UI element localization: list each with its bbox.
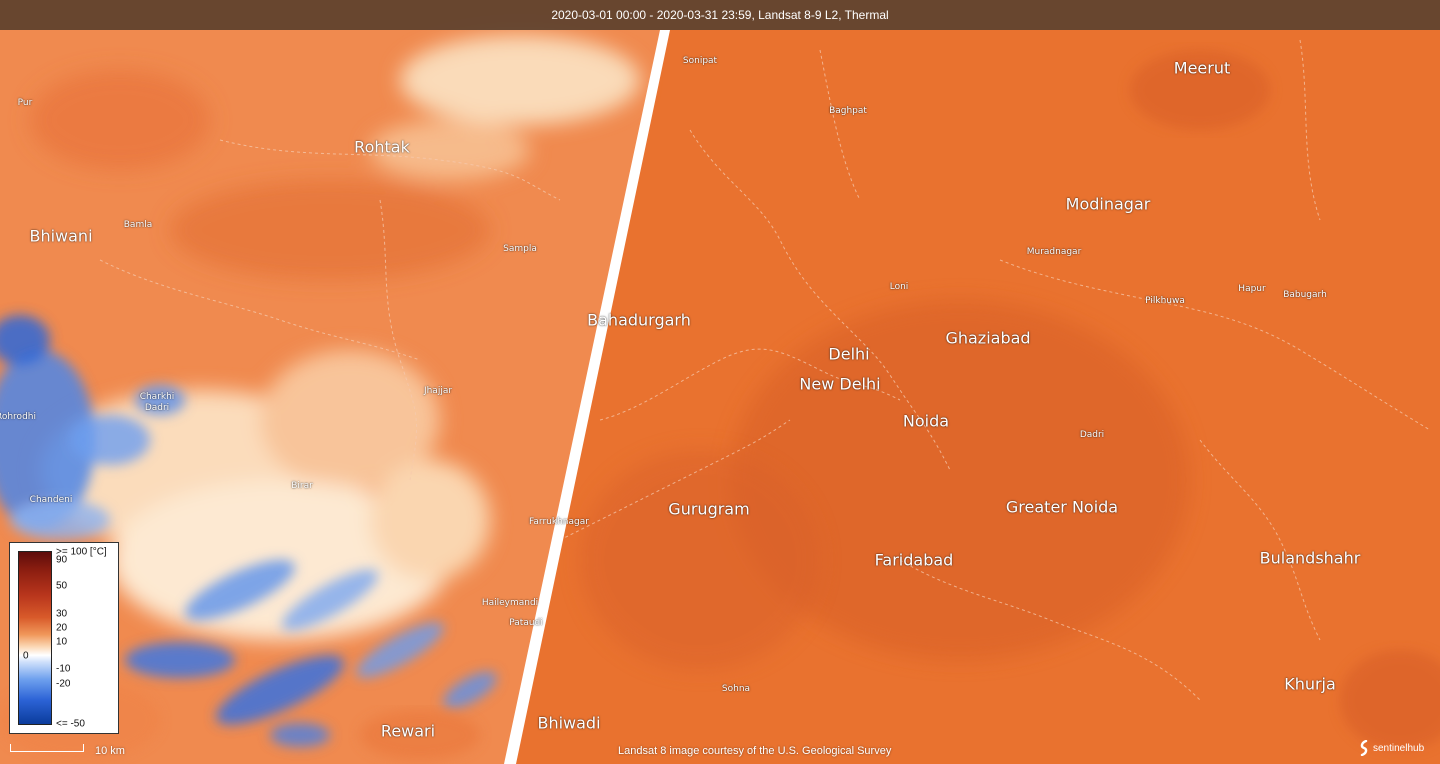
- place-label: Baghpat: [829, 106, 867, 116]
- place-label: Charkhi Dadri: [139, 392, 175, 413]
- legend-tick: 0: [23, 650, 29, 662]
- place-label: Birar: [291, 481, 313, 491]
- place-label: Delhi: [828, 344, 870, 364]
- place-label: Babugarh: [1283, 290, 1327, 300]
- temperature-legend: >= 100 [°C] 90 50 30 20 10 0 -10 -20 <= …: [9, 542, 119, 734]
- place-label: Bulandshahr: [1259, 548, 1361, 568]
- place-label: Sohna: [721, 684, 751, 694]
- place-label: Sonipat: [682, 56, 718, 66]
- scale-bar: [10, 744, 84, 752]
- map-title-bar: 2020-03-01 00:00 - 2020-03-31 23:59, Lan…: [0, 0, 1440, 30]
- legend-tick: 90: [56, 554, 68, 566]
- place-label: Rohtak: [354, 137, 410, 157]
- place-label: Hapur: [1238, 284, 1266, 294]
- place-label: Meerut: [1173, 58, 1231, 78]
- legend-color-bar: [18, 551, 52, 725]
- place-label: Ghaziabad: [945, 328, 1031, 348]
- legend-tick: 30: [56, 608, 68, 620]
- place-label: Bamla: [123, 220, 153, 230]
- place-label: Bhiwadi: [537, 713, 601, 733]
- place-label: Farrukhnagar: [529, 517, 589, 527]
- place-label: Noida: [902, 411, 950, 431]
- legend-tick: 10: [56, 636, 68, 648]
- logo-label: sentinelhub: [1373, 742, 1425, 754]
- map-title: 2020-03-01 00:00 - 2020-03-31 23:59, Lan…: [551, 8, 889, 22]
- sentinelhub-logo[interactable]: sentinelhub: [1358, 740, 1424, 756]
- place-label: Greater Noida: [1005, 497, 1119, 517]
- place-label: New Delhi: [799, 374, 881, 394]
- place-label: Muradnagar: [1026, 247, 1082, 257]
- place-label: Loni: [889, 282, 909, 292]
- place-label: Rohrodhi: [0, 412, 36, 422]
- scale-label: 10 km: [95, 745, 125, 757]
- legend-tick: <= -50: [56, 718, 85, 730]
- place-label: Pilkhuwa: [1145, 296, 1185, 306]
- legend-tick: 20: [56, 622, 68, 634]
- place-label: Khurja: [1284, 674, 1336, 694]
- legend-tick: 50: [56, 580, 68, 592]
- sentinelhub-icon: [1360, 740, 1368, 756]
- legend-tick: -10: [56, 663, 71, 675]
- place-label: Chandeni: [29, 495, 73, 505]
- place-label: Bhiwani: [29, 226, 93, 246]
- place-label: Faridabad: [874, 550, 954, 570]
- place-label: Pataudi: [509, 618, 543, 628]
- place-label: Bahadurgarh: [587, 310, 691, 330]
- place-label: Modinagar: [1065, 194, 1151, 214]
- place-label: Jhajjar: [423, 386, 453, 396]
- place-label: Rewari: [380, 721, 436, 741]
- place-label: Gurugram: [668, 499, 750, 519]
- attribution-text: Landsat 8 image courtesy of the U.S. Geo…: [618, 745, 892, 757]
- place-label: Sampla: [503, 244, 537, 254]
- place-label: Haileymandi: [481, 598, 539, 608]
- place-label: Pur: [17, 98, 33, 108]
- legend-tick: -20: [56, 678, 71, 690]
- place-label: Dadri: [1079, 430, 1105, 440]
- thermal-map[interactable]: [0, 0, 1440, 764]
